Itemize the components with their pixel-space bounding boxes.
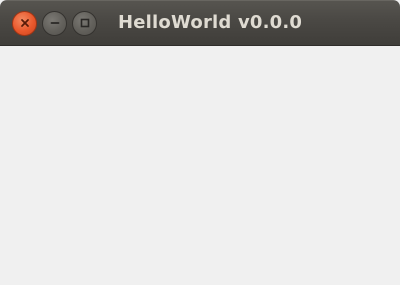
- maximize-icon: [79, 17, 91, 29]
- maximize-button[interactable]: [72, 10, 97, 36]
- window-controls: [12, 10, 97, 36]
- title-bar[interactable]: HelloWorld v0.0.0: [0, 0, 400, 46]
- window-title: HelloWorld v0.0.0: [118, 12, 303, 33]
- minimize-icon: [49, 17, 61, 29]
- window-content-area: [0, 46, 400, 285]
- app-window: HelloWorld v0.0.0: [0, 0, 400, 285]
- minimize-button[interactable]: [42, 10, 67, 36]
- close-icon: [20, 18, 30, 28]
- close-button[interactable]: [12, 10, 37, 36]
